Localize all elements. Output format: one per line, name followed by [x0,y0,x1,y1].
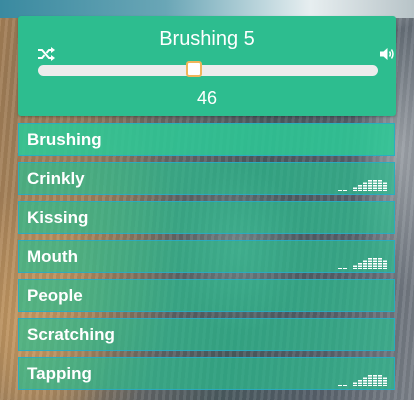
sound-row-people[interactable]: People [18,279,395,312]
sound-label: People [27,286,83,305]
sound-row-tapping[interactable]: Tapping [18,357,395,390]
sound-label: Mouth [27,247,78,266]
sound-label: Scratching [27,325,115,344]
equalizer-icon [338,258,387,269]
sound-label: Crinkly [27,169,85,188]
sound-list: Brushing Crinkly Kissing Mouth People Sc… [18,123,395,396]
volume-slider[interactable] [38,60,378,80]
audio-player: Brushing 5 46 [18,16,396,116]
slider-track[interactable] [38,65,378,76]
sound-row-kissing[interactable]: Kissing [18,201,395,234]
track-title: Brushing 5 [159,28,255,50]
sound-row-crinkly[interactable]: Crinkly [18,162,395,195]
sound-label: Kissing [27,208,89,227]
volume-icon[interactable] [380,47,395,61]
equalizer-icon [338,375,387,386]
slider-thumb[interactable] [186,61,203,77]
sound-row-mouth[interactable]: Mouth [18,240,395,273]
sound-label: Brushing [27,130,102,149]
slider-value: 46 [196,88,218,108]
equalizer-icon [338,180,387,191]
sound-row-scratching[interactable]: Scratching [18,318,395,351]
sound-label: Tapping [27,364,92,383]
sound-row-brushing[interactable]: Brushing [18,123,395,156]
